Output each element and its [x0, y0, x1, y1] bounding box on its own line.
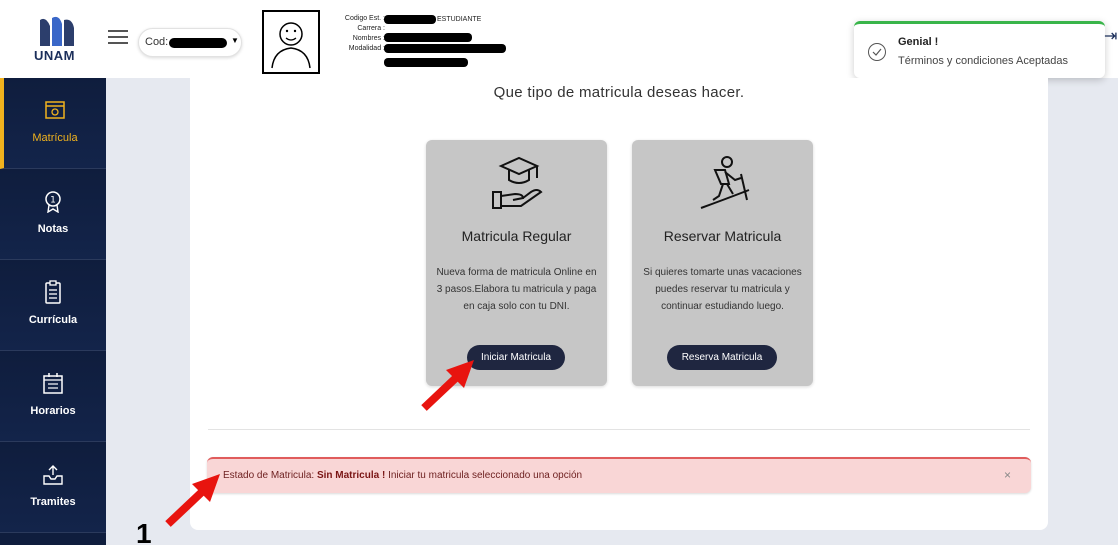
logo-text: UNAM [34, 48, 75, 63]
toast-title: Genial ! [898, 36, 939, 48]
card-title: Matricula Regular [461, 228, 572, 244]
avatar [262, 10, 320, 74]
student-role: ESTUDIANTE [437, 16, 482, 23]
annotation-arrow-icon [421, 360, 474, 411]
svg-text:1: 1 [50, 196, 56, 206]
toast-message: Términos y condiciones Aceptadas [898, 55, 1068, 67]
alert-status: Sin Matricula ! [316, 470, 386, 481]
info-label-modalidad: Modalidad : [348, 45, 385, 52]
annotation-number: 1 [136, 518, 152, 545]
reserva-matricula-button[interactable]: Reserva Matricula [667, 345, 777, 370]
sidebar-item-label: Matrícula [32, 132, 78, 144]
annotation-arrow-icon [165, 474, 220, 527]
main-panel: Que tipo de matricula deseas hacer. Matr… [190, 78, 1048, 530]
sidebar-item-label: Currícula [28, 314, 78, 326]
card-matricula-regular: Matricula Regular Nueva forma de matricu… [426, 140, 607, 386]
caret-down-icon: ▼ [231, 36, 239, 45]
user-face-icon [271, 22, 311, 69]
page-title: Que tipo de matricula deseas hacer. [493, 84, 745, 101]
top-bar: UNAM Cod: ▼ Codigo Est. : Carrera : Nomb… [0, 0, 1118, 78]
calendar-icon [43, 373, 63, 394]
inbox-upload-icon [43, 465, 63, 485]
sidebar-item-label: Notas [37, 223, 69, 235]
success-toast: Genial ! Términos y condiciones Aceptada… [854, 21, 1105, 78]
card-reservar-matricula: Reservar Matricula Si quieres tomarte un… [632, 140, 813, 386]
card-title: Reservar Matricula [663, 228, 782, 244]
student-code-select[interactable]: Cod: ▼ [138, 28, 242, 57]
status-alert: Estado de Matricula: Sin Matricula ! Ini… [207, 457, 1031, 493]
redacted-code [169, 38, 227, 48]
card-description: Nueva forma de matricula Online en 3 pas… [436, 267, 597, 312]
card-description: Si quieres tomarte unas vacaciones puede… [643, 267, 802, 312]
sidebar-item-curricula[interactable]: Currícula [0, 260, 106, 351]
sidebar-item-notas[interactable]: 1 Notas [0, 169, 106, 260]
redacted-modalidad [384, 58, 468, 67]
sidebar-item-label: Horarios [30, 405, 76, 417]
iniciar-matricula-button[interactable]: Iniciar Matricula [467, 345, 565, 370]
alert-prefix: Estado de Matricula: [223, 470, 317, 481]
wallet-icon [45, 101, 65, 119]
sidebar: Matrícula 1 Notas Currícula Horarios Tra… [0, 78, 106, 545]
sidebar-item-label: Tramites [30, 496, 76, 508]
info-label-nombres: Nombres : [352, 35, 385, 42]
medal-icon: 1 [45, 191, 61, 213]
close-icon[interactable]: × [1004, 468, 1011, 482]
student-info-labels: Codigo Est. : Carrera : Nombres : Modali… [330, 14, 385, 54]
graduation-hand-icon [492, 156, 543, 209]
sidebar-item-matricula[interactable]: Matrícula [0, 78, 106, 169]
app-root: UNAM Cod: ▼ Codigo Est. : Carrera : Nomb… [0, 0, 1118, 545]
sidebar-item-horarios[interactable]: Horarios [0, 351, 106, 442]
check-circle-icon [868, 43, 886, 61]
info-label-carrera: Carrera : [357, 25, 385, 32]
alert-suffix: Iniciar tu matricula seleccionado una op… [385, 470, 583, 481]
redacted-nombres [384, 44, 506, 53]
info-label-codigo: Codigo Est. : [344, 15, 385, 22]
redacted-codigo [384, 15, 436, 24]
sidebar-item-tramites[interactable]: Tramites [0, 442, 106, 533]
logout-icon[interactable]: ⇥ [1104, 26, 1117, 46]
hiker-icon [700, 156, 750, 209]
redacted-carrera [384, 33, 472, 42]
cod-label: Cod: [145, 36, 169, 48]
divider [208, 429, 1030, 430]
clipboard-icon [45, 280, 61, 304]
menu-toggle-icon[interactable] [108, 30, 128, 46]
